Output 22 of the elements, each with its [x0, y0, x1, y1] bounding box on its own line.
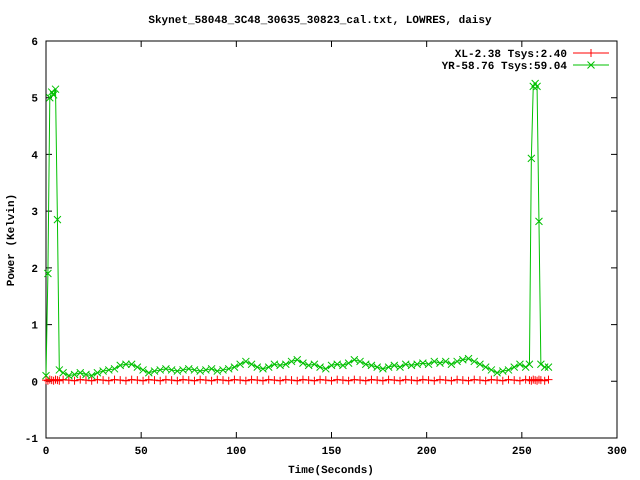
tick-label: 2	[31, 264, 38, 276]
axis-label: Power (Kelvin)	[6, 194, 18, 286]
tick-label: 5	[31, 94, 38, 106]
chart-title: Skynet_58048_3C48_30635_30823_cal.txt, LOWRES, daisy	[148, 15, 492, 27]
tick-label: 6	[31, 37, 38, 49]
tick-label: 0	[42, 446, 50, 458]
legend-key	[572, 61, 610, 69]
legend-label: XL-2.38 Tsys:2.40	[454, 49, 567, 61]
tick-label: 300	[607, 446, 627, 458]
tick-label: 250	[512, 446, 532, 458]
axis-label: Time(Seconds)	[288, 465, 374, 477]
tick-label: 0	[31, 377, 38, 390]
tick-label: 50	[134, 446, 148, 458]
tick-label: -1	[24, 434, 38, 446]
legend-label: YR-58.76 Tsys:59.04	[442, 61, 567, 73]
tick-label: 150	[322, 446, 342, 458]
tick-label: 100	[226, 446, 246, 458]
tick-label: 1	[31, 320, 38, 333]
tick-label: 3	[31, 207, 38, 220]
tick-label: 200	[416, 446, 437, 458]
tick-label: 4	[31, 150, 38, 162]
legend-key	[572, 48, 610, 58]
